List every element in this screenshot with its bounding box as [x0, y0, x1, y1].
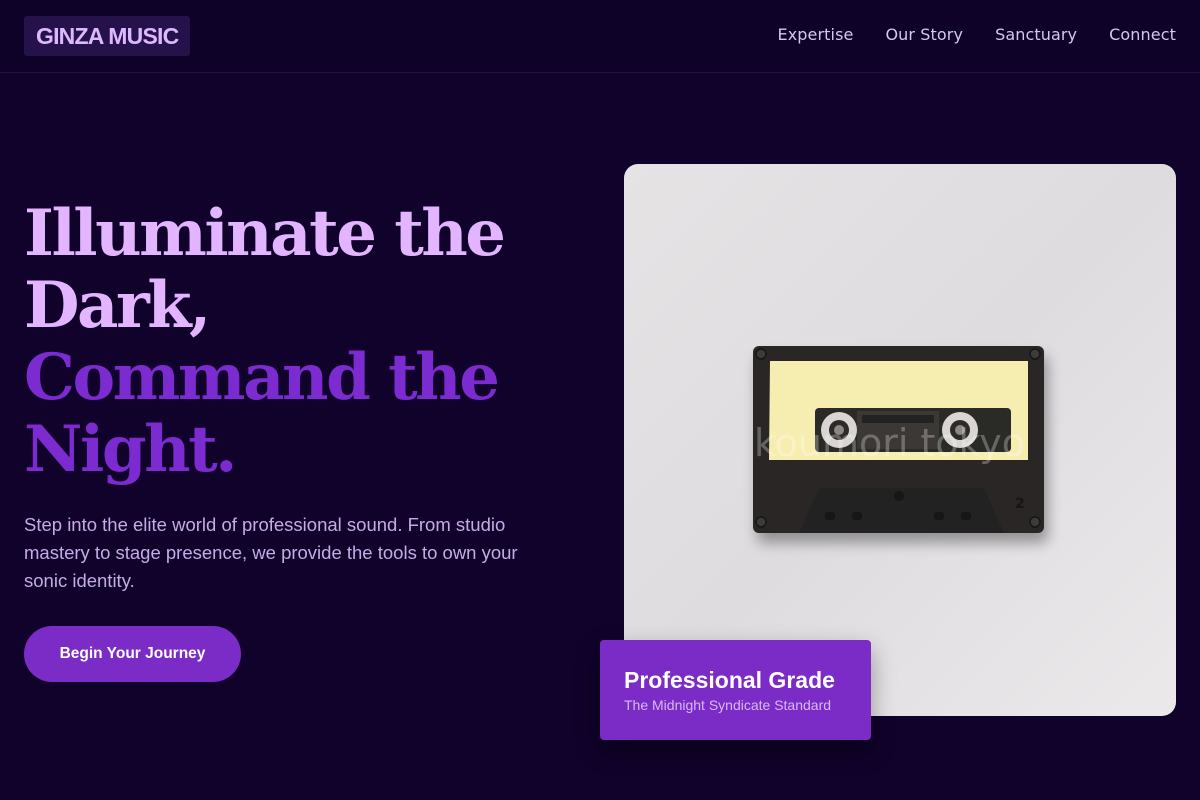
badge-title: Professional Grade — [624, 667, 835, 693]
image-watermark: koumori tokyo — [754, 421, 1025, 465]
professional-grade-badge: Professional Grade The Midnight Syndicat… — [600, 640, 871, 740]
hero-title-line-2: Dark, — [24, 268, 211, 343]
hero-title-line-4: Night. — [24, 412, 237, 487]
cassette-side-number: 2 — [1015, 496, 1025, 512]
cassette-image: 2 koumori tokyo — [624, 164, 1176, 716]
main-nav: Expertise Our Story Sanctuary Connect — [778, 24, 1176, 46]
nav-link-expertise[interactable]: Expertise — [778, 24, 854, 46]
hero-title-line-3: Command the — [24, 340, 500, 415]
site-header: GINZA MUSIC Expertise Our Story Sanctuar… — [0, 0, 1200, 73]
begin-journey-button[interactable]: Begin Your Journey — [24, 626, 241, 682]
nav-link-connect[interactable]: Connect — [1109, 24, 1176, 46]
nav-link-sanctuary[interactable]: Sanctuary — [995, 24, 1077, 46]
hero-title-line-1: Illuminate the — [24, 196, 506, 271]
page: GINZA MUSIC Expertise Our Story Sanctuar… — [0, 0, 1200, 800]
cassette-illustration: 2 koumori tokyo — [753, 346, 1044, 533]
badge-subtitle: The Midnight Syndicate Standard — [624, 697, 832, 713]
logo[interactable]: GINZA MUSIC — [24, 16, 191, 56]
nav-link-our-story[interactable]: Our Story — [885, 24, 963, 46]
hero-description: Step into the elite world of professiona… — [24, 514, 518, 591]
hero-title: Illuminate the Dark, Command the Night. — [24, 198, 584, 486]
